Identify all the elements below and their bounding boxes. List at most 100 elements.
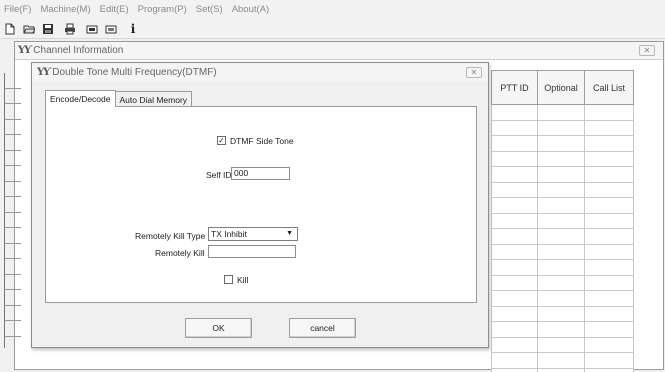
ptt-id-cell[interactable] xyxy=(491,321,538,338)
ptt-id-cell[interactable] xyxy=(491,119,538,136)
optional-cell[interactable] xyxy=(537,181,585,198)
channel-window-close-button[interactable]: ✕ xyxy=(639,45,655,56)
optional-cell[interactable] xyxy=(537,367,585,372)
call-list-cell[interactable] xyxy=(584,197,634,214)
table-row xyxy=(491,104,634,121)
kill-label: Kill xyxy=(237,275,249,285)
ptt-id-cell[interactable] xyxy=(491,259,538,276)
ptt-id-cell[interactable] xyxy=(491,243,538,260)
channel-window-title: Channel Information xyxy=(33,45,124,56)
ptt-id-cell[interactable] xyxy=(491,228,538,245)
column-header-optional[interactable]: Optional xyxy=(537,70,585,105)
ptt-id-cell[interactable] xyxy=(491,290,538,307)
remotely-kill-type-select[interactable]: TX Inhibit ▼ xyxy=(208,227,298,241)
tab-auto-dial-memory[interactable]: Auto Dial Memory xyxy=(115,91,193,106)
optional-cell[interactable] xyxy=(537,119,585,136)
call-list-cell[interactable] xyxy=(584,228,634,245)
save-icon[interactable] xyxy=(41,22,55,36)
ok-button[interactable]: OK xyxy=(185,318,252,338)
toolbar: i xyxy=(0,19,665,39)
optional-cell[interactable] xyxy=(537,135,585,152)
kill-checkbox[interactable] xyxy=(224,275,233,284)
remotely-kill-type-value: TX Inhibit xyxy=(211,229,247,239)
menu-machine[interactable]: Machine(M) xyxy=(40,4,90,15)
call-list-cell[interactable] xyxy=(584,104,634,121)
table-row xyxy=(491,305,634,322)
call-list-cell[interactable] xyxy=(584,352,634,369)
call-list-cell[interactable] xyxy=(584,321,634,338)
ptt-id-cell[interactable] xyxy=(491,135,538,152)
ptt-id-cell[interactable] xyxy=(491,336,538,353)
menu-file[interactable]: File(F) xyxy=(4,4,31,15)
table-row xyxy=(491,243,634,260)
channel-table-body xyxy=(491,104,634,372)
column-header-ptt-id[interactable]: PTT ID xyxy=(491,70,538,105)
call-list-cell[interactable] xyxy=(584,367,634,372)
menu-set[interactable]: Set(S) xyxy=(196,4,223,15)
open-folder-icon[interactable] xyxy=(22,22,36,36)
call-list-cell[interactable] xyxy=(584,274,634,291)
optional-cell[interactable] xyxy=(537,104,585,121)
column-header-call-list[interactable]: Call List xyxy=(584,70,634,105)
ptt-id-cell[interactable] xyxy=(491,166,538,183)
read-radio-icon[interactable] xyxy=(85,22,99,36)
menu-about[interactable]: About(A) xyxy=(232,4,270,15)
optional-cell[interactable] xyxy=(537,274,585,291)
table-row xyxy=(491,119,634,136)
optional-cell[interactable] xyxy=(537,259,585,276)
write-radio-icon[interactable] xyxy=(104,22,118,36)
call-list-cell[interactable] xyxy=(584,150,634,167)
optional-cell[interactable] xyxy=(537,352,585,369)
optional-cell[interactable] xyxy=(537,150,585,167)
call-list-cell[interactable] xyxy=(584,259,634,276)
dtmf-dialog-close-button[interactable]: ✕ xyxy=(466,67,482,78)
dtmf-tabs: Encode/Decode Auto Dial Memory xyxy=(45,90,193,107)
ptt-id-cell[interactable] xyxy=(491,367,538,372)
ptt-id-cell[interactable] xyxy=(491,352,538,369)
ptt-id-cell[interactable] xyxy=(491,197,538,214)
encode-decode-panel: ✓ DTMF Side Tone Self ID 000 Remotely Ki… xyxy=(45,106,477,303)
print-icon[interactable] xyxy=(63,22,77,36)
call-list-cell[interactable] xyxy=(584,290,634,307)
ptt-id-cell[interactable] xyxy=(491,150,538,167)
table-row xyxy=(491,321,634,338)
optional-cell[interactable] xyxy=(537,166,585,183)
optional-cell[interactable] xyxy=(537,290,585,307)
call-list-cell[interactable] xyxy=(584,135,634,152)
info-icon[interactable]: i xyxy=(126,22,140,36)
call-list-cell[interactable] xyxy=(584,119,634,136)
call-list-cell[interactable] xyxy=(584,166,634,183)
call-list-cell[interactable] xyxy=(584,336,634,353)
self-id-label: Self ID xyxy=(206,170,232,180)
ptt-id-cell[interactable] xyxy=(491,212,538,229)
menu-edit[interactable]: Edit(E) xyxy=(100,4,129,15)
table-row xyxy=(491,181,634,198)
table-row xyxy=(491,259,634,276)
channel-table-left-edge xyxy=(4,73,21,348)
table-row xyxy=(491,197,634,214)
remotely-kill-field[interactable] xyxy=(208,245,296,258)
optional-cell[interactable] xyxy=(537,228,585,245)
call-list-cell[interactable] xyxy=(584,181,634,198)
call-list-cell[interactable] xyxy=(584,212,634,229)
cancel-button[interactable]: cancel xyxy=(289,318,356,338)
chevron-down-icon[interactable]: ▼ xyxy=(286,228,293,240)
optional-cell[interactable] xyxy=(537,212,585,229)
optional-cell[interactable] xyxy=(537,305,585,322)
tab-encode-decode[interactable]: Encode/Decode xyxy=(45,90,116,107)
optional-cell[interactable] xyxy=(537,336,585,353)
table-row xyxy=(491,336,634,353)
menu-program[interactable]: Program(P) xyxy=(138,4,187,15)
call-list-cell[interactable] xyxy=(584,305,634,322)
ptt-id-cell[interactable] xyxy=(491,104,538,121)
ptt-id-cell[interactable] xyxy=(491,305,538,322)
new-file-icon[interactable] xyxy=(3,22,17,36)
ptt-id-cell[interactable] xyxy=(491,274,538,291)
optional-cell[interactable] xyxy=(537,243,585,260)
optional-cell[interactable] xyxy=(537,197,585,214)
dtmf-side-tone-checkbox[interactable]: ✓ xyxy=(217,136,226,145)
call-list-cell[interactable] xyxy=(584,243,634,260)
optional-cell[interactable] xyxy=(537,321,585,338)
self-id-field[interactable]: 000 xyxy=(231,167,290,180)
ptt-id-cell[interactable] xyxy=(491,181,538,198)
